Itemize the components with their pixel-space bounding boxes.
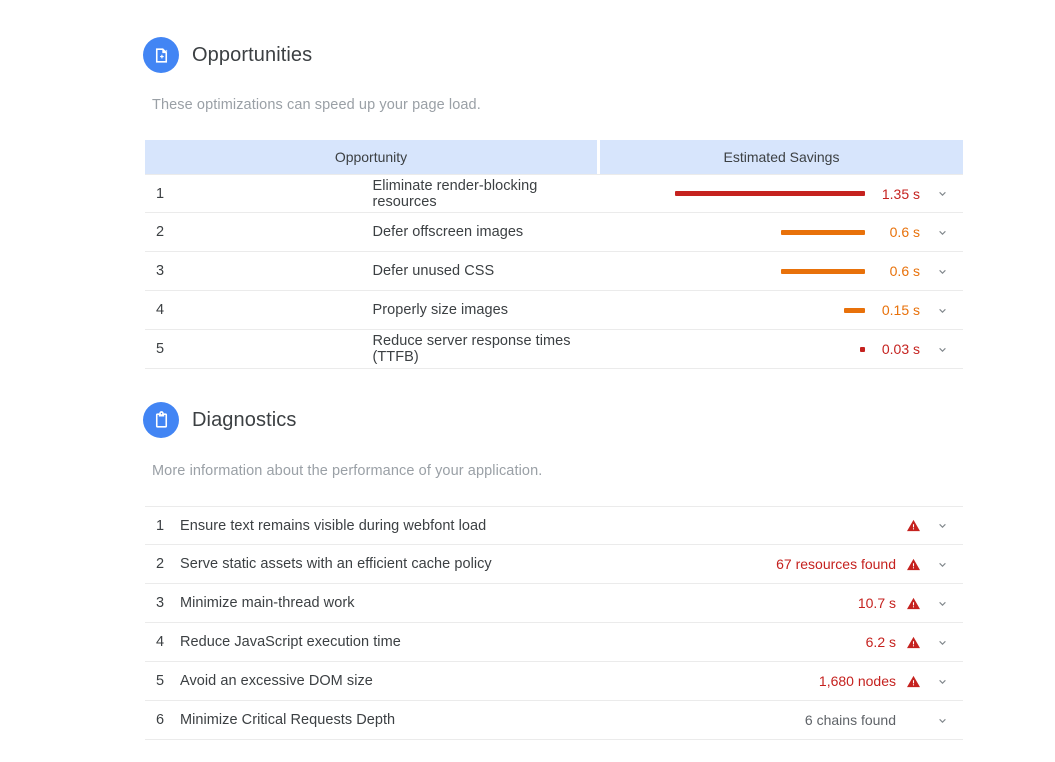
savings-bar-track xyxy=(675,268,865,274)
opportunity-row-title: Eliminate render-blocking resources xyxy=(372,174,600,213)
diagnostic-row[interactable]: 1 Ensure text remains visible during webf… xyxy=(145,506,963,545)
savings-value: 0.6 s xyxy=(889,224,920,240)
diagnostic-value: 10.7 s xyxy=(857,595,896,611)
savings-bar xyxy=(675,191,865,196)
savings-bar xyxy=(860,346,865,352)
opportunity-row-savings: 0.6 s xyxy=(600,252,963,291)
chevron-down-icon[interactable] xyxy=(931,597,953,610)
savings-value: 1.35 s xyxy=(881,185,920,202)
diagnostic-value: 6 chains found xyxy=(804,712,896,728)
chevron-down-icon[interactable] xyxy=(931,304,953,317)
savings-value: 0.6 s xyxy=(889,263,920,279)
diagnostics-title: Diagnostics xyxy=(192,408,297,431)
opportunity-row[interactable]: 3 Defer unused CSS 0.6 s xyxy=(145,252,963,291)
diagnostics-table: 1 Ensure text remains visible during webf… xyxy=(145,506,963,740)
diagnostic-value: 67 resources found xyxy=(776,556,896,572)
warning-triangle-icon xyxy=(905,635,922,650)
diagnostics-table-body: 1 Ensure text remains visible during webf… xyxy=(145,506,963,740)
opportunity-row[interactable]: 4 Properly size images 0.15 s xyxy=(145,291,963,330)
opportunity-row-index: 5 xyxy=(145,330,373,369)
diagnostic-row-index: 5 xyxy=(145,662,180,701)
warning-triangle-icon xyxy=(905,596,922,611)
chevron-down-icon[interactable] xyxy=(931,519,953,532)
opportunities-heading: Opportunities xyxy=(143,37,312,73)
opportunity-row[interactable]: 2 Defer offscreen images 0.6 s xyxy=(145,213,963,252)
diagnostic-row-value xyxy=(571,506,963,545)
diagnostic-row-title: Minimize Critical Requests Depth xyxy=(180,701,572,740)
diagnostic-row-title: Serve static assets with an efficient ca… xyxy=(180,545,572,584)
diagnostic-row-index: 1 xyxy=(145,506,180,545)
opportunity-row[interactable]: 1 Eliminate render-blocking resources 1.35… xyxy=(145,174,963,213)
opportunities-table: Opportunity Estimated Savings 1 Eliminate… xyxy=(145,140,963,369)
opportunity-row-index: 3 xyxy=(145,252,373,291)
warning-triangle-icon xyxy=(905,557,922,572)
chevron-down-icon[interactable] xyxy=(931,714,953,727)
opportunities-title: Opportunities xyxy=(192,43,313,66)
opportunities-table-header-row: Opportunity Estimated Savings xyxy=(145,140,963,174)
diagnostic-row-title: Reduce JavaScript execution time xyxy=(180,623,572,662)
opportunity-row-index: 4 xyxy=(145,291,373,330)
chevron-down-icon[interactable] xyxy=(931,636,953,649)
savings-bar-track xyxy=(675,346,865,352)
diagnostic-row-title: Ensure text remains visible during webfo… xyxy=(180,506,572,545)
opportunities-description: These optimizations can speed up your pa… xyxy=(152,97,481,113)
diagnostic-row-value: 10.7 s xyxy=(571,584,963,623)
diagnostics-heading: Diagnostics xyxy=(143,402,296,438)
column-header-estimated-savings: Estimated Savings xyxy=(600,140,963,174)
warning-triangle-icon xyxy=(905,674,922,689)
diagnostic-row-index: 2 xyxy=(145,545,180,584)
opportunity-row-title: Defer unused CSS xyxy=(372,252,600,291)
chevron-down-icon[interactable] xyxy=(931,675,953,688)
opportunity-row[interactable]: 5 Reduce server response times (TTFB) 0.03… xyxy=(145,330,963,369)
page-add-icon xyxy=(143,37,179,73)
savings-bar xyxy=(781,229,865,235)
diagnostic-value: 6.2 s xyxy=(865,634,896,650)
savings-value: 0.15 s xyxy=(881,302,920,318)
diagnostic-row-index: 3 xyxy=(145,584,180,623)
diagnostic-row[interactable]: 6 Minimize Critical Requests Depth 6 chain… xyxy=(145,701,963,740)
diagnostic-row[interactable]: 4 Reduce JavaScript execution time 6.2 s xyxy=(145,623,963,662)
column-header-opportunity: Opportunity xyxy=(145,140,600,174)
opportunity-row-index: 1 xyxy=(145,174,373,213)
diagnostic-row[interactable]: 5 Avoid an excessive DOM size 1,680 nodes xyxy=(145,662,963,701)
diagnostic-row-index: 4 xyxy=(145,623,180,662)
diagnostic-row-title: Avoid an excessive DOM size xyxy=(180,662,572,701)
opportunity-row-savings: 0.03 s xyxy=(600,330,963,369)
savings-bar-track xyxy=(675,307,865,313)
savings-bar xyxy=(844,307,865,313)
savings-value: 0.03 s xyxy=(881,341,920,357)
diagnostic-row[interactable]: 3 Minimize main-thread work 10.7 s xyxy=(145,584,963,623)
diagnostic-row-value: 1,680 nodes xyxy=(571,662,963,701)
diagnostic-row-index: 6 xyxy=(145,701,180,740)
diagnostics-description: More information about the performance o… xyxy=(152,463,543,479)
diagnostic-value: 1,680 nodes xyxy=(818,673,896,689)
chevron-down-icon[interactable] xyxy=(931,265,953,278)
opportunity-row-savings: 0.6 s xyxy=(600,213,963,252)
savings-bar-track xyxy=(675,229,865,235)
opportunities-table-body: 1 Eliminate render-blocking resources 1.35… xyxy=(145,174,963,369)
chevron-down-icon[interactable] xyxy=(931,187,953,200)
chevron-down-icon[interactable] xyxy=(931,558,953,571)
chevron-down-icon[interactable] xyxy=(931,226,953,239)
diagnostic-row-value: 6 chains found xyxy=(571,701,963,740)
opportunity-row-savings: 1.35 s xyxy=(600,174,963,213)
clipboard-icon xyxy=(143,402,179,438)
opportunity-row-index: 2 xyxy=(145,213,373,252)
diagnostic-row-title: Minimize main-thread work xyxy=(180,584,572,623)
diagnostic-row[interactable]: 2 Serve static assets with an efficient c… xyxy=(145,545,963,584)
opportunity-row-title: Properly size images xyxy=(372,291,600,330)
warning-triangle-icon xyxy=(905,518,922,533)
diagnostic-row-value: 67 resources found xyxy=(571,545,963,584)
opportunity-row-title: Reduce server response times (TTFB) xyxy=(372,330,600,369)
opportunity-row-savings: 0.15 s xyxy=(600,291,963,330)
savings-bar-track xyxy=(675,191,865,196)
lighthouse-report-page: Opportunities These optimizations can sp… xyxy=(0,0,1055,762)
opportunity-row-title: Defer offscreen images xyxy=(372,213,600,252)
chevron-down-icon[interactable] xyxy=(931,343,953,356)
savings-bar xyxy=(781,268,865,274)
diagnostic-row-value: 6.2 s xyxy=(571,623,963,662)
